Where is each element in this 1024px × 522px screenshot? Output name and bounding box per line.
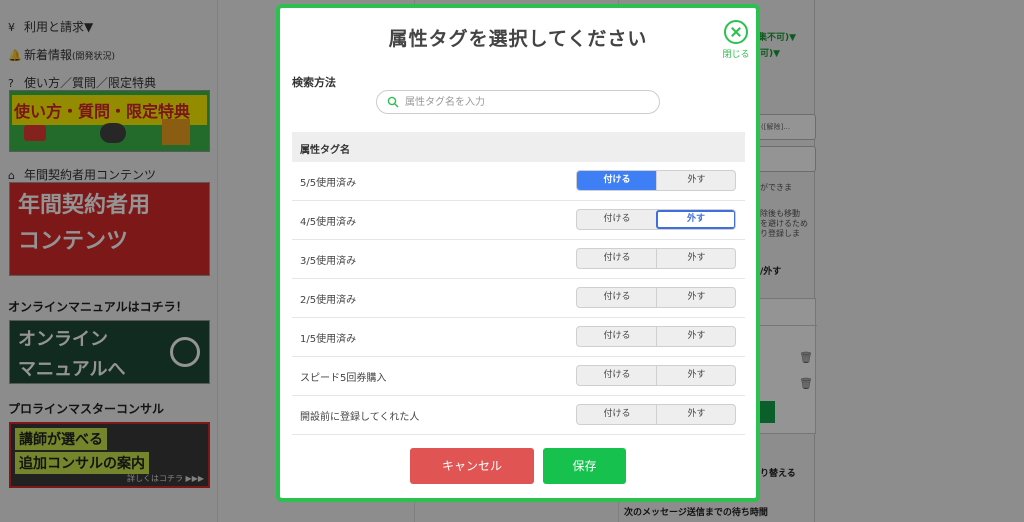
tag-toggle: 付ける 外す [576,209,736,230]
search-method-label: 検索方法 [292,76,336,89]
tag-name: 2/5使用済み [300,295,357,306]
tag-name: 1/5使用済み [300,334,357,345]
attach-tag-button[interactable]: 付ける [577,249,657,268]
tag-toggle: 付ける 外す [576,287,736,308]
close-label: 閉じる [722,50,750,60]
tag-row: スピード5回券購入 付ける 外す [292,357,745,396]
search-box [376,90,660,114]
remove-tag-button[interactable]: 外す [656,405,735,424]
tag-toggle: 付ける 外す [576,248,736,269]
remove-tag-button[interactable]: 外す [656,249,735,268]
attach-tag-button[interactable]: 付ける [577,366,657,385]
tag-name: 5/5使用済み [300,178,357,189]
tag-toggle: 付ける 外す [576,326,736,347]
cancel-button[interactable]: キャンセル [410,448,534,484]
attach-tag-button[interactable]: 付ける [577,405,657,424]
remove-tag-button[interactable]: 外す [656,327,735,346]
attach-tag-button[interactable]: 付ける [577,171,657,190]
close-icon [724,20,748,44]
tag-name: 3/5使用済み [300,256,357,267]
tag-name: 4/5使用済み [300,217,357,228]
tag-row: 開設前に登録してくれた人 付ける 外す [292,396,745,435]
tag-row: 1/5使用済み 付ける 外す [292,318,745,357]
tag-name: 開設前に登録してくれた人 [300,412,420,423]
attach-tag-button[interactable]: 付ける [577,327,657,346]
tag-toggle: 付ける 外す [576,170,736,191]
tag-row: 3/5使用済み 付ける 外す [292,240,745,279]
remove-tag-button[interactable]: 外す [656,210,735,229]
tag-row: 5/5使用済み 付ける 外す [292,162,745,201]
search-icon [387,96,399,108]
remove-tag-button[interactable]: 外す [656,366,735,385]
table-header: 属性タグ名 [292,132,745,162]
modal-title: 属性タグを選択してください [388,28,648,50]
tag-toggle: 付ける 外す [576,404,736,425]
attach-tag-button[interactable]: 付ける [577,288,657,307]
attach-tag-button[interactable]: 付ける [577,210,657,229]
tag-row: 2/5使用済み 付ける 外す [292,279,745,318]
remove-tag-button[interactable]: 外す [656,288,735,307]
save-button[interactable]: 保存 [543,448,626,484]
tag-select-modal: 属性タグを選択してください 閉じる 検索方法 属性タグ名 5/5使用済み付ける外… [276,4,760,502]
search-input[interactable] [405,94,651,110]
tag-toggle: 付ける 外す [576,365,736,386]
tag-name: スピード5回券購入 [300,373,387,384]
close-button[interactable]: 閉じる [716,20,756,66]
tag-row: 4/5使用済み 付ける 外す [292,201,745,240]
remove-tag-button[interactable]: 外す [656,171,735,190]
